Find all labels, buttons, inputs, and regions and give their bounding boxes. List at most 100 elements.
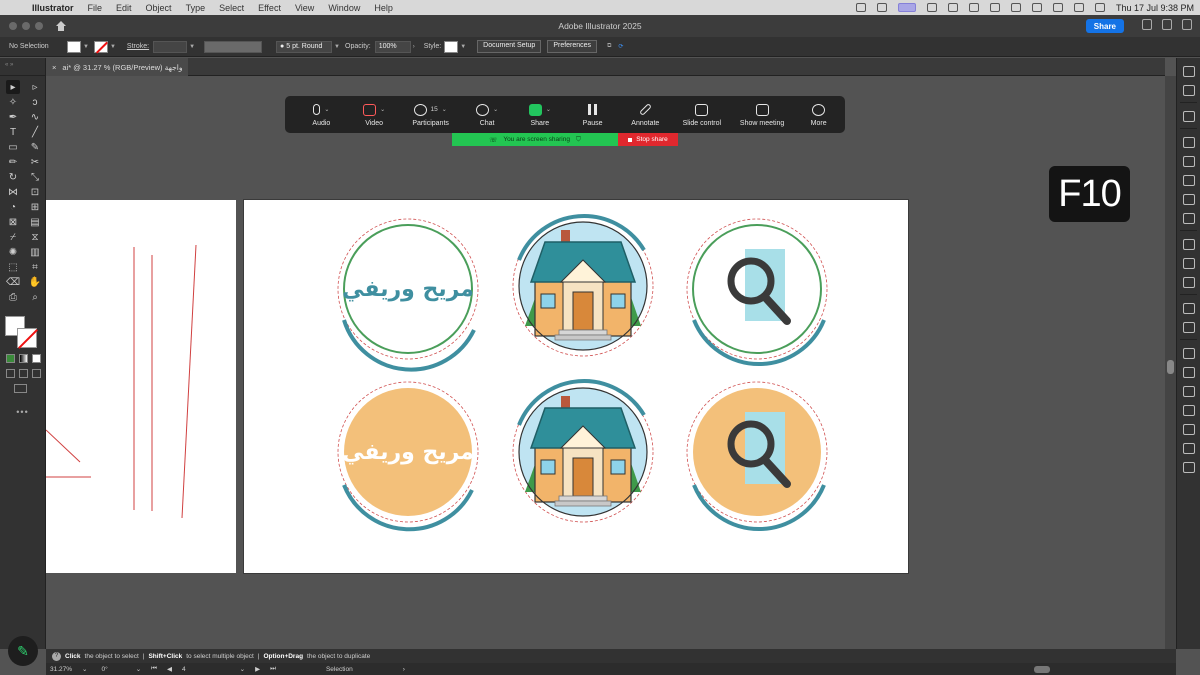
magnifier-circle-filled[interactable] <box>686 381 828 532</box>
tray-app-icon[interactable] <box>989 3 1000 12</box>
links-icon[interactable] <box>1182 137 1195 148</box>
vertical-scrollbar[interactable] <box>1165 76 1176 649</box>
opentype-icon[interactable] <box>1182 258 1195 269</box>
chevron-down-icon[interactable]: ⌄ <box>380 106 385 113</box>
pencil-tool-icon[interactable]: ✏ <box>6 155 20 169</box>
scissors-tool-icon[interactable]: ✂ <box>28 155 42 169</box>
curvature-tool-icon[interactable]: ∿ <box>28 110 42 124</box>
selection-tool-icon[interactable]: ▸ <box>6 80 20 94</box>
brushes-icon[interactable] <box>1182 322 1195 333</box>
align-icon[interactable] <box>1182 348 1195 359</box>
next-artboard-icon[interactable]: ▶ <box>255 665 260 673</box>
paintbrush-tool-icon[interactable]: ✎ <box>28 140 42 154</box>
canvas[interactable]: مريح وريفي مريح وريفي <box>46 77 1165 649</box>
horizontal-scroll-thumb[interactable] <box>1034 666 1050 673</box>
artboard-number[interactable]: 4 <box>182 666 186 673</box>
column-graph-tool-icon[interactable]: ▥ <box>28 245 42 259</box>
chevron-down-icon[interactable]: ⌄ <box>493 106 498 113</box>
close-tab-icon[interactable]: × <box>52 63 56 72</box>
variable-width-field[interactable] <box>204 40 263 53</box>
control-center-icon[interactable] <box>1094 3 1105 12</box>
direct-selection-tool-icon[interactable]: ▹ <box>28 80 42 94</box>
stroke-swatch[interactable] <box>93 40 108 53</box>
stop-share-button[interactable]: Stop share <box>618 133 678 146</box>
chevron-right-icon[interactable]: › <box>413 44 415 50</box>
perspective-grid-tool-icon[interactable]: ⊞ <box>28 200 42 214</box>
chevron-down-icon[interactable]: ▼ <box>334 44 340 50</box>
eraser-tool-icon[interactable]: ⌫ <box>6 275 20 289</box>
bluetooth-icon[interactable] <box>1010 3 1021 12</box>
close-window-button[interactable] <box>9 22 17 30</box>
pen-tool-icon[interactable]: ✒ <box>6 110 20 124</box>
video-button[interactable]: ⌄ Video <box>348 96 401 133</box>
wifi-icon[interactable] <box>1052 3 1063 12</box>
libraries-icon[interactable] <box>1182 111 1195 122</box>
preferences-button[interactable]: Preferences <box>547 40 598 53</box>
chevron-down-icon[interactable]: ▼ <box>189 44 195 50</box>
chevron-right-icon[interactable]: › <box>403 666 405 673</box>
workspace-icon[interactable] <box>1182 19 1192 30</box>
previous-artboard-icon[interactable]: ◀ <box>167 665 172 673</box>
chevron-down-icon[interactable]: ▼ <box>83 44 89 50</box>
hand-tool-icon[interactable]: ✋ <box>28 275 42 289</box>
more-button[interactable]: More <box>792 96 845 133</box>
stroke-label[interactable]: Stroke: <box>127 43 149 50</box>
chevron-down-icon[interactable]: ⌄ <box>82 665 87 673</box>
participants-button[interactable]: 15 ⌄ Participants <box>400 96 460 133</box>
line-tool-icon[interactable]: ╱ <box>28 125 42 139</box>
artboard-main[interactable]: مريح وريفي مريح وريفي <box>244 200 908 573</box>
home-icon[interactable] <box>55 20 67 32</box>
scroll-thumb[interactable] <box>1167 360 1174 374</box>
brush-definition-field[interactable]: ● 5 pt. Round <box>276 40 333 53</box>
menu-effect[interactable]: Effect <box>258 3 281 13</box>
type-tool-icon[interactable]: T <box>6 125 20 139</box>
magnifier-circle-outline[interactable] <box>686 218 828 367</box>
chevron-down-icon[interactable]: ▼ <box>110 44 116 50</box>
symbol-sprayer-tool-icon[interactable]: ✺ <box>6 245 20 259</box>
minimize-window-button[interactable] <box>22 22 30 30</box>
mesh-tool-icon[interactable]: ⊠ <box>6 215 20 229</box>
menu-window[interactable]: Window <box>328 3 360 13</box>
scale-tool-icon[interactable]: ⤡ <box>28 170 42 184</box>
slide-control-button[interactable]: Slide control <box>672 96 732 133</box>
chevron-down-icon[interactable]: ⌄ <box>136 665 141 673</box>
artboards-icon[interactable] <box>1182 462 1195 473</box>
gradient-tool-icon[interactable]: ▤ <box>28 215 42 229</box>
menu-file[interactable]: File <box>88 3 103 13</box>
graphic-style-swatch[interactable] <box>444 40 459 53</box>
none-mode-icon[interactable] <box>32 354 41 363</box>
stroke-box[interactable] <box>17 328 37 348</box>
notifications-icon[interactable] <box>1162 19 1172 30</box>
discover-icon[interactable] <box>1142 19 1152 30</box>
rotation-value[interactable]: 0° <box>102 666 108 673</box>
swatches-icon[interactable] <box>1182 194 1195 205</box>
tray-app-icon[interactable] <box>947 3 958 12</box>
free-transform-tool-icon[interactable]: ⊡ <box>28 185 42 199</box>
paragraph-icon[interactable] <box>1182 239 1195 250</box>
edit-toolbar-icon[interactable]: ••• <box>0 407 45 417</box>
menu-edit[interactable]: Edit <box>116 3 132 13</box>
share-button[interactable]: Share <box>1085 19 1124 33</box>
magic-wand-tool-icon[interactable]: ✧ <box>6 95 20 109</box>
color-guide-icon[interactable] <box>1182 175 1195 186</box>
house-circle-outline[interactable] <box>512 214 654 357</box>
transparency-icon[interactable] <box>1182 443 1195 454</box>
menubar-clock[interactable]: Thu 17 Jul 9:38 PM <box>1116 3 1194 13</box>
chat-button[interactable]: ⌄ Chat <box>461 96 514 133</box>
draw-behind-icon[interactable] <box>19 369 28 378</box>
opacity-field[interactable]: 100% <box>374 40 411 53</box>
tray-app-icon[interactable] <box>876 3 887 12</box>
draw-mode-icon[interactable] <box>6 369 15 378</box>
document-setup-button[interactable]: Document Setup <box>477 40 542 53</box>
gradient-icon[interactable] <box>1182 213 1195 224</box>
document-tab[interactable]: × ai* @ 31.27 % (RGB/Preview) واجهة <box>46 58 189 76</box>
layers-icon[interactable] <box>1182 85 1195 96</box>
character-icon[interactable] <box>1182 277 1195 288</box>
shape-builder-tool-icon[interactable]: ◔ <box>6 200 20 214</box>
rotate-tool-icon[interactable]: ↻ <box>6 170 20 184</box>
stroke-weight-field[interactable] <box>153 40 188 53</box>
zoom-level[interactable]: 31.27% <box>50 666 72 673</box>
opacity-label[interactable]: Opacity: <box>345 43 371 50</box>
tray-app-icon[interactable] <box>855 3 866 12</box>
menu-type[interactable]: Type <box>186 3 206 13</box>
